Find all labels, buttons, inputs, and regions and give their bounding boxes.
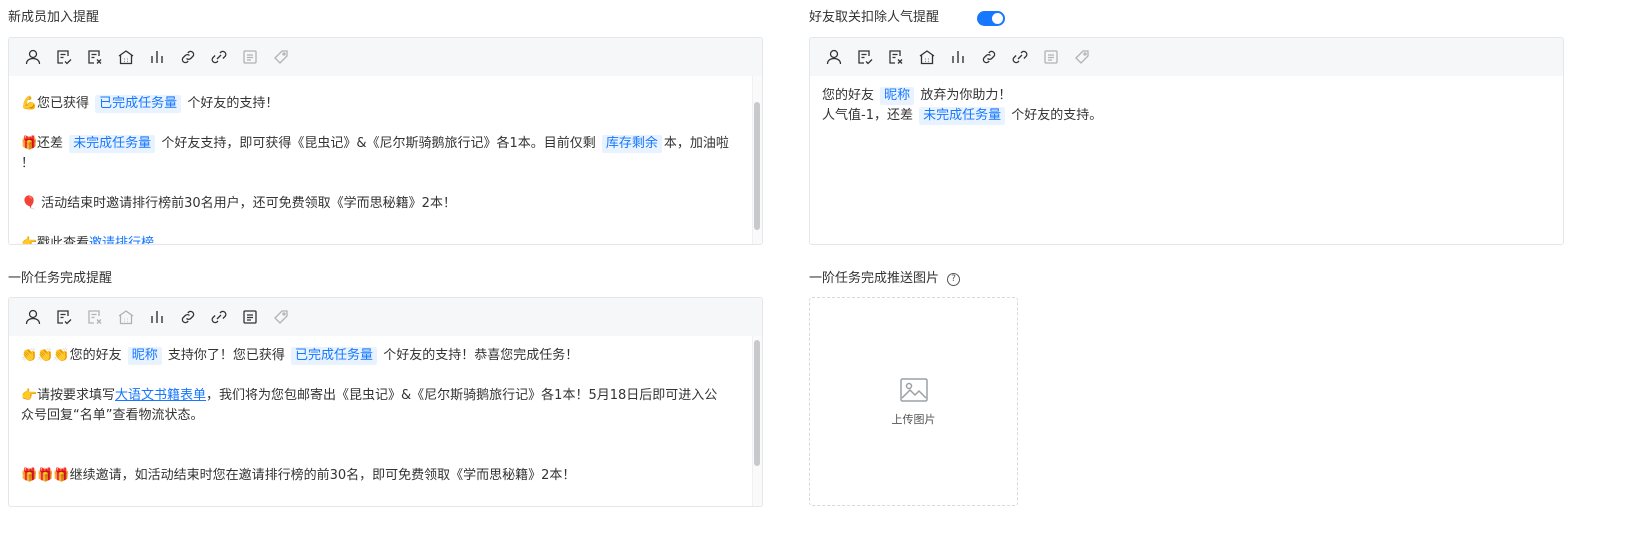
editor3-line3: 🎁🎁🎁继续邀请，如活动结束时您在邀请排行榜的前30名，即可免费领取《学而思秘籍》… [21,468,576,483]
gift-emoji: 🎁🎁🎁 [21,468,70,483]
editor-toolbar [810,38,1563,76]
variable-tag[interactable]: 昵称 [880,87,915,105]
article-icon[interactable] [239,306,261,328]
checklist-icon[interactable] [53,46,75,68]
editor3-line1: 👏👏👏您的好友 昵称 支持你了！您已获得 已完成任务量 个好友的支持！恭喜您完成… [21,347,579,365]
image-upload[interactable]: 上传图片 [809,297,1018,506]
variable-tag[interactable]: 昵称 [127,347,162,365]
new-member-editor[interactable]: 💪您已获得 已完成任务量 个好友的支持！ 🎁还差 未完成任务量 个好友支持，即可… [8,37,763,245]
unfollow-title: 好友取关扣除人气提醒 [809,9,1006,27]
link-icon[interactable] [978,46,1000,68]
editor-content[interactable]: 您的好友 昵称 放弃为你助力！ 人气值-1，还差 未完成任务量 个好友的支持。 [810,76,1563,244]
upload-label: 上传图片 [891,412,936,426]
scrollbar-thumb[interactable] [754,340,760,466]
clap-emoji: 👏👏👏 [21,348,70,363]
unlink-icon[interactable] [208,46,230,68]
new-member-title: 新成员加入提醒 [8,9,99,27]
unfollow-toggle[interactable] [977,10,1006,26]
balloon-emoji: 🎈 [21,196,38,211]
unlink-icon[interactable] [1009,46,1031,68]
editor1-line1: 💪您已获得 已完成任务量 个好友的支持！ [21,94,738,114]
tag-icon [1071,46,1093,68]
variable-tag[interactable]: 已完成任务量 [291,347,378,365]
form-link[interactable]: 大语文书籍表单 [115,388,206,403]
flex-emoji: 💪 [21,96,38,111]
user-icon[interactable] [22,306,44,328]
ranking-link[interactable]: 邀请排行榜 [89,236,154,244]
stage-image-title: 一阶任务完成推送图片 ? [809,270,961,288]
tag-icon [270,46,292,68]
remove-list-icon[interactable] [885,46,907,68]
stage-complete-title: 一阶任务完成提醒 [8,270,112,288]
bar-chart-icon[interactable] [947,46,969,68]
shop-icon [115,306,137,328]
tag-icon [270,306,292,328]
variable-tag[interactable]: 未完成任务量 [919,107,1006,125]
pointing-emoji: 👉 [21,236,38,244]
new-member-title-text: 新成员加入提醒 [8,10,100,25]
shop-icon[interactable] [916,46,938,68]
scrollbar-thumb[interactable] [754,102,760,230]
bar-chart-icon[interactable] [146,46,168,68]
editor-content[interactable]: 💪您已获得 已完成任务量 个好友的支持！ 🎁还差 未完成任务量 个好友支持，即可… [9,76,750,244]
image-icon [899,377,928,402]
stage-complete-editor[interactable]: 👏👏👏您的好友 昵称 支持你了！您已获得 已完成任务量 个好友的支持！恭喜您完成… [8,297,763,507]
editor3-line2: 👉请按要求填写大语文书籍表单，我们将为您包邮寄出《昆虫记》&《尼尔斯骑鹅旅行记》… [21,388,718,423]
gift-emoji: 🎁 [21,136,38,151]
pointing-emoji: 👉 [21,388,38,403]
unfollow-editor[interactable]: 您的好友 昵称 放弃为你助力！ 人气值-1，还差 未完成任务量 个好友的支持。 [809,37,1564,245]
remove-list-icon [84,306,106,328]
user-icon[interactable] [22,46,44,68]
editor1-line3: 🎈 活动结束时邀请排行榜前30名用户，还可免费领取《学而思秘籍》2本！ [21,194,738,214]
help-icon[interactable]: ? [947,272,961,286]
editor2-line1: 您的好友 昵称 放弃为你助力！ [822,87,1012,105]
editor1-line2: 🎁还差 未完成任务量 个好友支持，即可获得《昆虫记》&《尼尔斯骑鹅旅行记》各1本… [21,135,729,171]
unlink-icon[interactable] [208,306,230,328]
bar-chart-icon[interactable] [146,306,168,328]
editor-content[interactable]: 👏👏👏您的好友 昵称 支持你了！您已获得 已完成任务量 个好友的支持！恭喜您完成… [9,336,750,506]
shop-icon[interactable] [115,46,137,68]
link-icon[interactable] [177,46,199,68]
editor1-line4: 👉戳此查看邀请排行榜 [21,234,738,244]
article-icon [239,46,261,68]
editor-toolbar [9,298,762,336]
article-icon [1040,46,1062,68]
link-icon[interactable] [177,306,199,328]
unfollow-title-text: 好友取关扣除人气提醒 [809,10,940,25]
remove-list-icon[interactable] [84,46,106,68]
variable-tag[interactable]: 库存剩余 [601,135,662,153]
stage-complete-title-text: 一阶任务完成提醒 [8,271,113,286]
user-icon[interactable] [823,46,845,68]
variable-tag[interactable]: 已完成任务量 [95,95,182,113]
stage-image-title-text: 一阶任务完成推送图片 [809,271,940,286]
editor2-line2: 人气值-1，还差 未完成任务量 个好友的支持。 [822,107,1103,125]
editor-toolbar [9,38,762,76]
checklist-icon[interactable] [854,46,876,68]
variable-tag[interactable]: 未完成任务量 [69,135,156,153]
checklist-icon[interactable] [53,306,75,328]
